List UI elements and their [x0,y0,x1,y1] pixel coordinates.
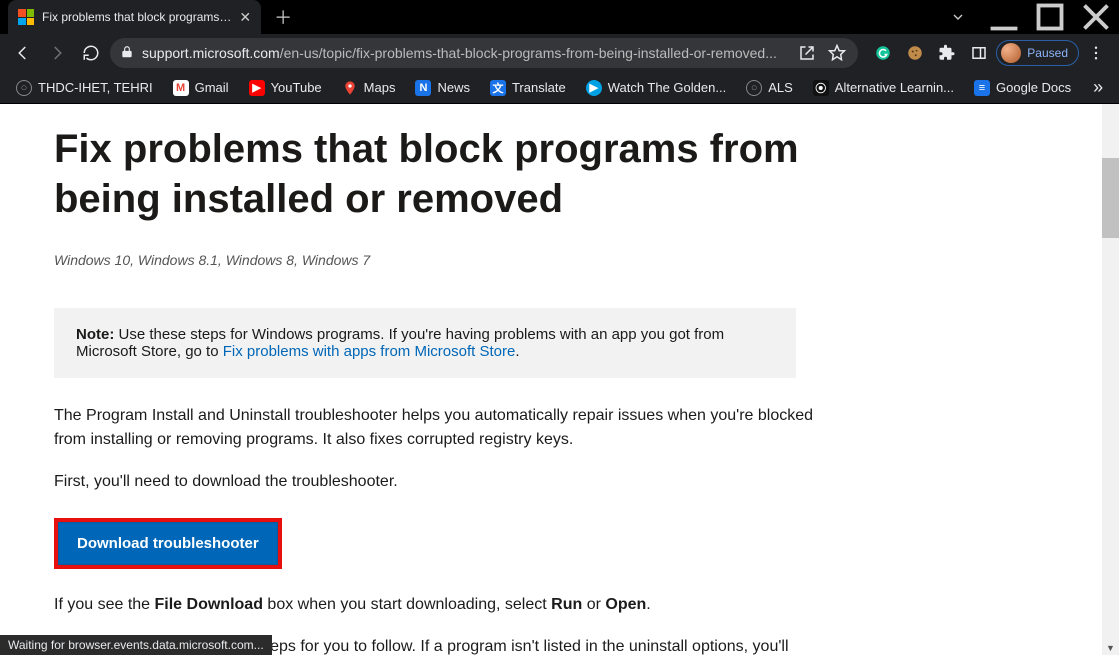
bookmarks-bar: ○ THDC-IHET, TEHRI M Gmail ▶ YouTube Map… [0,72,1119,104]
paused-label: Paused [1027,46,1068,60]
bookmark-maps[interactable]: Maps [334,76,404,100]
paragraph: First, you'll need to download the troub… [54,470,814,494]
globe-icon: ○ [746,80,762,96]
note-link[interactable]: Fix problems with apps from Microsoft St… [223,343,516,360]
maximize-button[interactable] [1027,0,1073,34]
note-label: Note: [76,326,114,343]
close-icon[interactable]: ✕ [239,9,251,26]
bookmark-watch-golden[interactable]: ▶ Watch The Golden... [578,76,735,100]
extension-grammarly-icon[interactable] [868,38,898,68]
minimize-button[interactable] [981,0,1027,34]
url-text: support.microsoft.com/en-us/topic/fix-pr… [142,45,788,61]
window-controls [935,0,1119,34]
kebab-menu-icon[interactable] [1081,38,1111,68]
page-title: Fix problems that block programs from be… [54,124,820,224]
waveform-icon: ⦿ [813,80,829,96]
profile-paused-chip[interactable]: Paused [996,40,1079,66]
scroll-down-arrow-icon[interactable]: ▼ [1102,641,1119,655]
maps-icon [342,80,358,96]
new-tab-button[interactable]: ＋ [269,3,297,31]
bookmark-label: YouTube [271,80,322,95]
chevron-down-icon[interactable] [935,0,981,34]
bookmark-label: Gmail [195,80,229,95]
page-content: Fix problems that block programs from be… [0,104,820,655]
bookmark-label: Maps [364,80,396,95]
globe-icon: ○ [16,80,32,96]
extension-cookie-icon[interactable] [900,38,930,68]
bookmark-youtube[interactable]: ▶ YouTube [241,76,330,100]
note-text-after: . [515,343,519,360]
translate-icon: 文 [490,80,506,96]
download-highlight: Download troubleshooter [54,518,282,569]
lock-icon [120,45,134,62]
bookmark-als[interactable]: ○ ALS [738,76,801,100]
bookmarks-overflow-icon[interactable]: » [1083,77,1113,98]
bookmark-google-docs[interactable]: ≡ Google Docs [966,76,1079,100]
browser-toolbar: support.microsoft.com/en-us/topic/fix-pr… [0,34,1119,72]
bookmark-label: Watch The Golden... [608,80,727,95]
youtube-icon: ▶ [249,80,265,96]
tab-favicon [18,9,34,25]
bookmark-news[interactable]: N News [407,76,478,100]
browser-tab[interactable]: Fix problems that block programs… ✕ [8,0,261,34]
window-titlebar: Fix problems that block programs… ✕ ＋ [0,0,1119,34]
bookmark-gmail[interactable]: M Gmail [165,76,237,100]
bookmark-label: Google Docs [996,80,1071,95]
tab-title: Fix problems that block programs… [42,10,231,24]
download-troubleshooter-button[interactable]: Download troubleshooter [58,522,278,565]
share-icon[interactable] [796,38,818,68]
toolbar-right: Paused [868,38,1111,68]
bookmark-label: Alternative Learnin... [835,80,954,95]
bookmark-label: ALS [768,80,793,95]
note-box: Note: Use these steps for Windows progra… [54,308,796,378]
star-icon[interactable] [826,38,848,68]
bookmark-translate[interactable]: 文 Translate [482,76,574,100]
applies-to: Windows 10, Windows 8.1, Windows 8, Wind… [54,252,820,268]
page-viewport: Fix problems that block programs from be… [0,104,1119,655]
forward-button[interactable] [42,38,72,68]
paragraph: The Program Install and Uninstall troubl… [54,404,814,452]
side-panel-icon[interactable] [964,38,994,68]
back-button[interactable] [8,38,38,68]
avatar [1001,43,1021,63]
bookmark-thdc[interactable]: ○ THDC-IHET, TEHRI [8,76,161,100]
scrollbar-thumb[interactable] [1102,158,1119,238]
extensions-icon[interactable] [932,38,962,68]
status-bar: Waiting for browser.events.data.microsof… [0,635,272,655]
paragraph: If you see the File Download box when yo… [54,593,814,617]
close-window-button[interactable] [1073,0,1119,34]
gmail-icon: M [173,80,189,96]
address-bar[interactable]: support.microsoft.com/en-us/topic/fix-pr… [110,38,858,68]
bookmark-label: News [437,80,470,95]
news-icon: N [415,80,431,96]
bookmark-label: THDC-IHET, TEHRI [38,80,153,95]
reload-button[interactable] [76,38,106,68]
docs-icon: ≡ [974,80,990,96]
bookmark-alt-learning[interactable]: ⦿ Alternative Learnin... [805,76,962,100]
play-icon: ▶ [586,80,602,96]
bookmark-label: Translate [512,80,566,95]
